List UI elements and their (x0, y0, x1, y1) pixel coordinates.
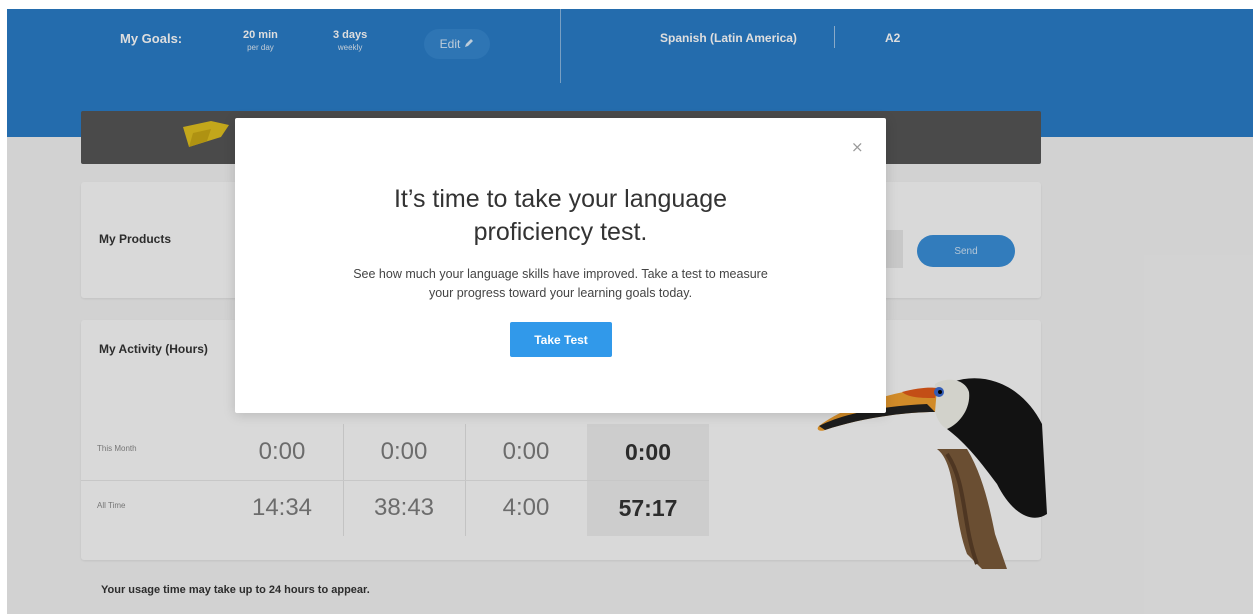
modal-body: See how much your language skills have i… (235, 265, 886, 303)
modal-title-line-2: proficiency test. (473, 218, 648, 246)
modal-body-line-2: your progress toward your learning goals… (428, 286, 693, 300)
modal-body-line-1: See how much your language skills have i… (353, 267, 768, 281)
modal-title-line-1: It’s time to take your language (393, 185, 728, 213)
modal-title: It’s time to take your language proficie… (235, 183, 886, 249)
take-test-button[interactable]: Take Test (510, 322, 612, 357)
close-icon[interactable]: × (851, 138, 864, 156)
